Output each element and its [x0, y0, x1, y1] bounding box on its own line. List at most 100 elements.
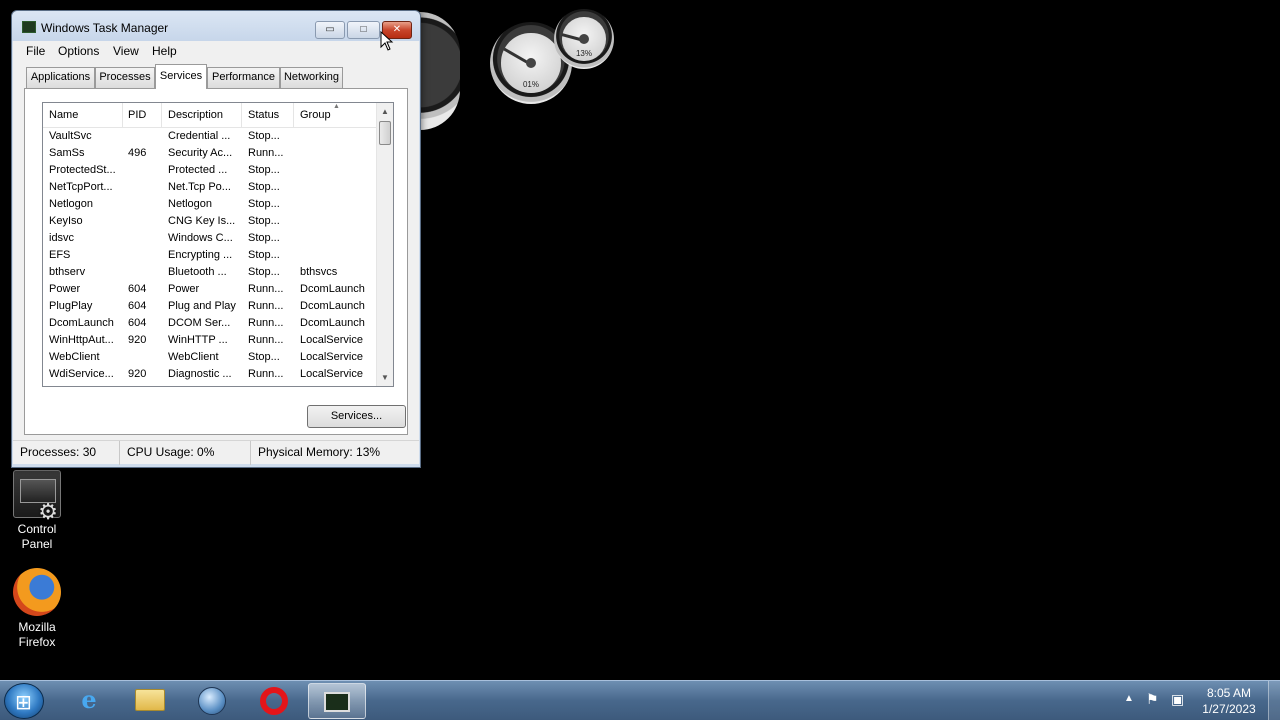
cell-pid: 496 [128, 147, 147, 159]
table-row[interactable]: NetTcpPort... Net.Tcp Po... Stop... [43, 179, 377, 196]
cell-name: bthserv [49, 266, 86, 278]
menu-bar: File Options View Help [13, 41, 419, 61]
taskbar-clock[interactable]: 8:05 AM 1/27/2023 [1196, 685, 1262, 717]
gauge-hub [579, 34, 589, 44]
desktop-icon-label: Firefox [18, 635, 56, 649]
cell-status: Stop... [248, 266, 280, 278]
table-row[interactable]: Netlogon Netlogon Stop... [43, 196, 377, 213]
services-rows: VaultSvc Credential ... Stop... SamSs 496 Sec… [43, 128, 377, 383]
desktop-icon-firefox[interactable]: Mozilla Firefox [0, 568, 74, 650]
status-physical-memory: Physical Memory: 13% [258, 445, 381, 459]
internet-explorer-icon: e [81, 685, 97, 714]
cell-status: Stop... [248, 130, 280, 142]
gauge-gadget-small[interactable]: 13% [554, 9, 614, 69]
cell-description: CNG Key Is... [168, 215, 236, 227]
menu-options[interactable]: Options [54, 43, 103, 59]
task-manager-window[interactable]: Windows Task Manager ▭ □ ✕ File Options … [11, 10, 421, 468]
start-button[interactable] [4, 683, 44, 719]
minimize-button[interactable]: ▭ [315, 21, 345, 39]
cell-name: Power [49, 283, 81, 295]
desktop-icon-label: Control [17, 522, 57, 536]
table-row[interactable]: VaultSvc Credential ... Stop... [43, 128, 377, 145]
gauge-hub [526, 58, 536, 68]
cell-name: WdiService... [49, 368, 114, 380]
cell-description: Encrypting ... [168, 249, 233, 261]
table-row[interactable]: ProtectedSt... Protected ... Stop... [43, 162, 377, 179]
table-row[interactable]: PlugPlay 604 Plug and Play Runn... DcomLaunc… [43, 298, 377, 315]
table-row[interactable]: WinHttpAut... 920 WinHTTP ... Runn... LocalS… [43, 332, 377, 349]
tab-services[interactable]: Services [155, 64, 207, 89]
desktop-icon-control-panel[interactable]: Control Panel [0, 470, 74, 552]
scroll-down-arrow-icon[interactable]: ▼ [377, 369, 393, 386]
cell-status: Stop... [248, 249, 280, 261]
taskbar-windows-explorer[interactable] [122, 683, 178, 719]
cell-status: Runn... [248, 300, 284, 312]
column-header-name[interactable]: Name [43, 103, 123, 128]
cell-group: LocalService [300, 368, 363, 380]
column-header-status[interactable]: Status [242, 103, 294, 128]
taskbar-internet-explorer[interactable]: e [61, 683, 117, 719]
scrollbar-thumb[interactable] [379, 121, 391, 145]
window-title: Windows Task Manager [41, 21, 169, 35]
menu-file[interactable]: File [22, 43, 49, 59]
cell-pid: 920 [128, 334, 147, 346]
cell-description: Net.Tcp Po... [168, 181, 231, 193]
menu-help[interactable]: Help [148, 43, 181, 59]
client-area: Applications Processes Services Performa… [13, 61, 419, 440]
cell-pid: 604 [128, 317, 147, 329]
table-row[interactable]: SamSs 496 Security Ac... Runn... [43, 145, 377, 162]
cell-description: Plug and Play [168, 300, 236, 312]
tab-networking[interactable]: Networking [280, 67, 343, 88]
show-desktop-button[interactable] [1268, 681, 1280, 720]
cell-group: DcomLaunch [300, 300, 365, 312]
vertical-scrollbar[interactable]: ▲ ▼ [376, 103, 393, 386]
column-header-description[interactable]: Description [162, 103, 242, 128]
cell-status: Stop... [248, 215, 280, 227]
cell-description: Windows C... [168, 232, 233, 244]
sort-indicator-icon: ▲ [333, 103, 340, 110]
cell-description: Netlogon [168, 198, 213, 210]
cell-description: WinHTTP ... [168, 334, 228, 346]
cell-name: WinHttpAut... [49, 334, 114, 346]
show-hidden-icons-arrow-icon[interactable]: ▲ [1124, 693, 1134, 720]
list-header: Name PID Description Status Group ▲ [43, 103, 377, 128]
table-row[interactable]: idsvc Windows C... Stop... [43, 230, 377, 247]
table-row[interactable]: Power 604 Power Runn... DcomLaunch [43, 281, 377, 298]
column-header-pid[interactable]: PID [122, 103, 162, 128]
cell-pid: 920 [128, 368, 147, 380]
tab-applications[interactable]: Applications [26, 67, 95, 88]
services-list[interactable]: Name PID Description Status Group ▲ Vaul… [42, 102, 394, 387]
cell-name: EFS [49, 249, 71, 261]
cell-name: NetTcpPort... [49, 181, 113, 193]
title-bar[interactable]: Windows Task Manager ▭ □ ✕ [12, 11, 420, 41]
table-row[interactable]: DcomLaunch 604 DCOM Ser... Runn... DcomLaunc… [43, 315, 377, 332]
cell-status: Stop... [248, 198, 280, 210]
table-row[interactable]: KeyIso CNG Key Is... Stop... [43, 213, 377, 230]
cell-status: Stop... [248, 232, 280, 244]
cell-name: SamSs [49, 147, 85, 159]
cell-description: Protected ... [168, 164, 228, 176]
tab-processes[interactable]: Processes [95, 67, 155, 88]
cell-group: DcomLaunch [300, 283, 365, 295]
taskbar-opera[interactable] [246, 683, 302, 719]
menu-view[interactable]: View [109, 43, 143, 59]
maximize-button[interactable]: □ [347, 21, 380, 39]
taskbar-globe-app[interactable] [184, 683, 240, 719]
opera-icon [260, 687, 288, 715]
taskbar-task-manager[interactable] [308, 683, 366, 719]
scroll-up-arrow-icon[interactable]: ▲ [377, 103, 393, 120]
action-center-flag-icon[interactable]: ⚑ [1146, 691, 1159, 720]
table-row[interactable]: EFS Encrypting ... Stop... [43, 247, 377, 264]
mouse-cursor-icon [380, 31, 394, 51]
services-button[interactable]: Services... [307, 405, 406, 428]
cell-name: WebClient [49, 351, 100, 363]
cell-name: KeyIso [49, 215, 83, 227]
tab-performance[interactable]: Performance [207, 67, 280, 88]
cell-name: VaultSvc [49, 130, 92, 142]
network-icon[interactable]: ▣ [1171, 691, 1184, 720]
table-row[interactable]: WdiService... 920 Diagnostic ... Runn... Loc… [43, 366, 377, 383]
cell-pid: 604 [128, 283, 147, 295]
table-row[interactable]: bthserv Bluetooth ... Stop... bthsvcs [43, 264, 377, 281]
table-row[interactable]: WebClient WebClient Stop... LocalService [43, 349, 377, 366]
services-panel: Name PID Description Status Group ▲ Vaul… [24, 88, 408, 435]
